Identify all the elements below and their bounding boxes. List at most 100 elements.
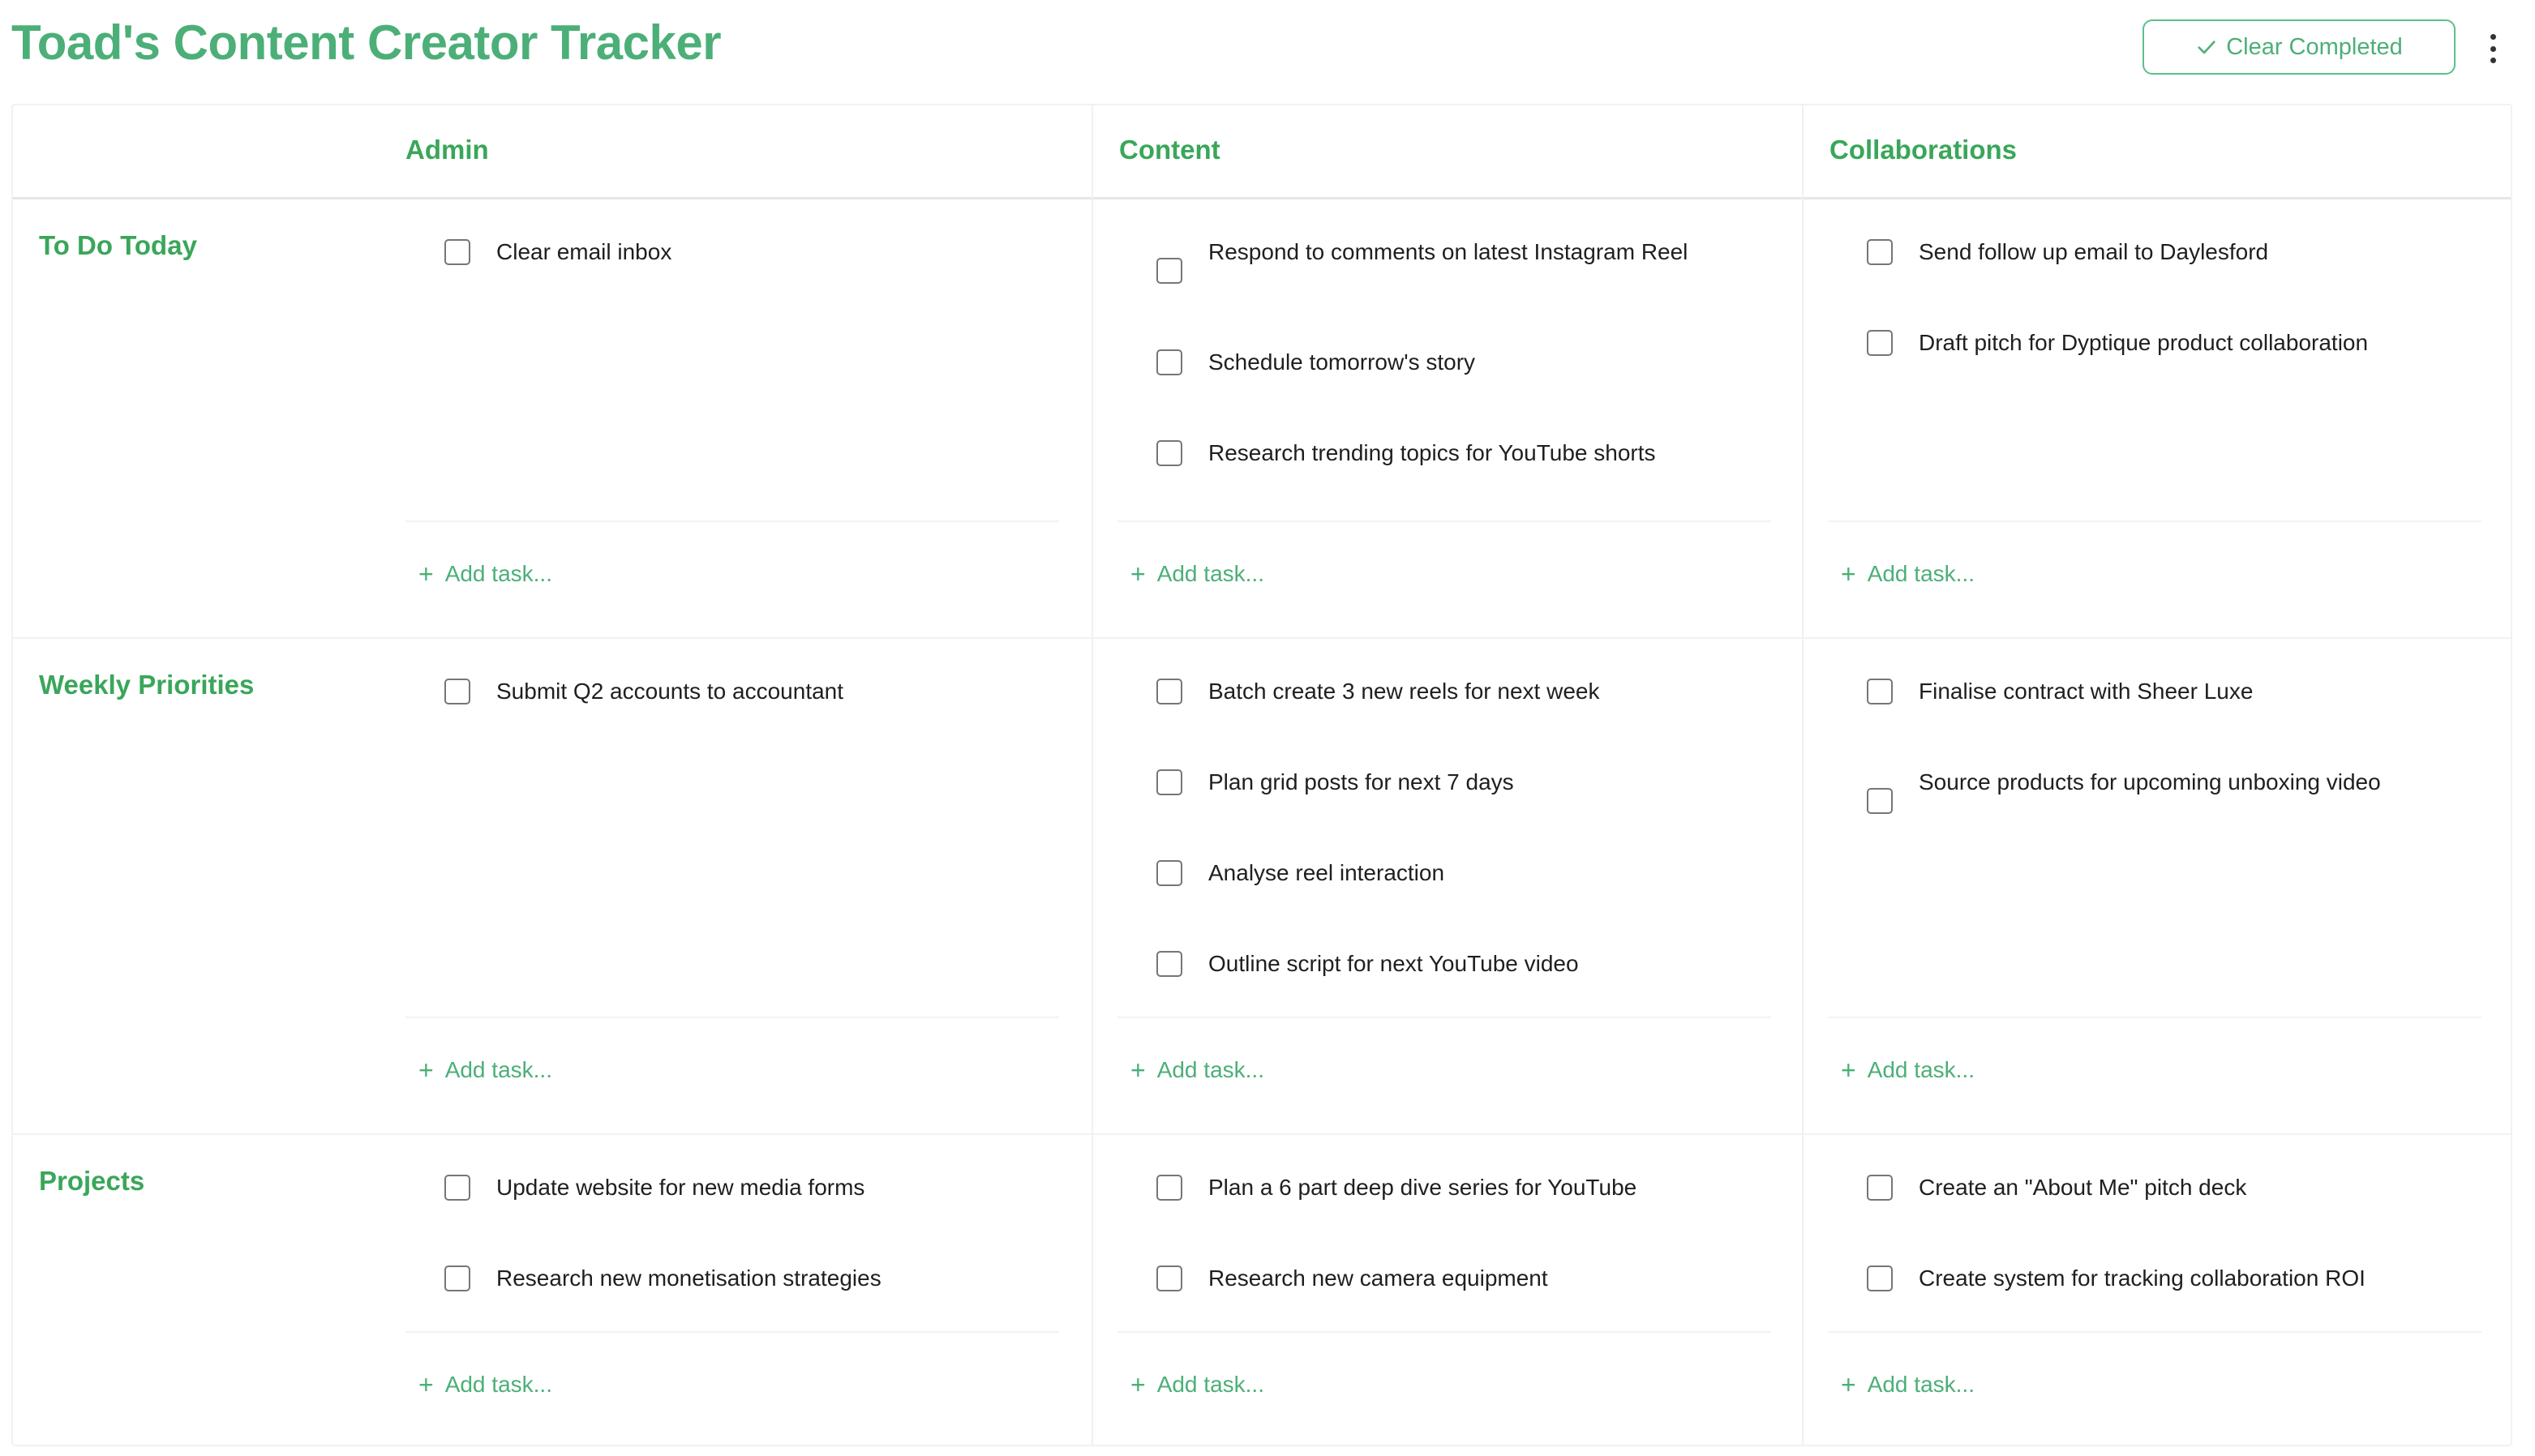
task-label: Research trending topics for YouTube sho…	[1208, 440, 1656, 465]
column-header-content: Content	[1119, 135, 1220, 165]
task-board: Admin Content Collaborations To Do Today…	[11, 104, 2512, 1446]
task-item[interactable]: Outline script for next YouTube video	[1117, 945, 1787, 983]
task-list-divider	[405, 1017, 1059, 1018]
task-label: Plan a 6 part deep dive series for YouTu…	[1208, 1175, 1637, 1200]
plus-icon: +	[1841, 1056, 1856, 1085]
task-label: Send follow up email to Daylesford	[1919, 239, 2269, 264]
task-label: Draft pitch for Dyptique product collabo…	[1919, 330, 2369, 355]
task-checkbox[interactable]	[1156, 1265, 1182, 1291]
task-checkbox[interactable]	[444, 1265, 470, 1291]
plus-icon: +	[418, 1056, 434, 1085]
task-item[interactable]: Create system for tracking collaboration…	[1828, 1260, 2498, 1297]
page-title: Toad's Content Creator Tracker	[11, 15, 722, 70]
task-list-divider	[405, 1331, 1059, 1333]
task-checkbox[interactable]	[1156, 440, 1182, 466]
task-checkbox[interactable]	[444, 1175, 470, 1201]
add-task-button[interactable]: + Add task...	[418, 1057, 552, 1083]
task-list-divider	[1828, 1331, 2481, 1333]
task-item[interactable]: Batch create 3 new reels for next week	[1117, 673, 1787, 710]
task-checkbox[interactable]	[1867, 1175, 1893, 1201]
task-item[interactable]: Finalise contract with Sheer Luxe	[1828, 673, 2498, 710]
task-checkbox[interactable]	[1867, 788, 1893, 814]
add-task-button[interactable]: + Add task...	[1130, 1372, 1264, 1398]
add-task-button[interactable]: + Add task...	[1130, 561, 1264, 587]
add-task-label: Add task...	[1867, 1057, 1975, 1082]
plus-icon: +	[1130, 1370, 1146, 1399]
task-checkbox[interactable]	[1867, 239, 1893, 265]
plus-icon: +	[418, 1370, 434, 1399]
task-checkbox[interactable]	[1156, 679, 1182, 704]
task-label: Respond to comments on latest Instagram …	[1208, 239, 1688, 264]
plus-icon: +	[1841, 559, 1856, 589]
task-checkbox[interactable]	[1156, 258, 1182, 284]
column-divider	[1802, 105, 1804, 1445]
task-list-divider	[1117, 1331, 1771, 1333]
add-task-button[interactable]: + Add task...	[1841, 561, 1975, 587]
task-label: Plan grid posts for next 7 days	[1208, 769, 1514, 794]
row-label-to-do-today: To Do Today	[39, 230, 197, 260]
task-label: Outline script for next YouTube video	[1208, 951, 1579, 976]
task-checkbox[interactable]	[1867, 1265, 1893, 1291]
task-checkbox[interactable]	[444, 679, 470, 704]
task-item[interactable]: Source products for upcoming unboxing vi…	[1828, 764, 2498, 838]
task-list-divider	[1828, 520, 2481, 522]
add-task-button[interactable]: + Add task...	[1130, 1057, 1264, 1083]
task-item[interactable]: Draft pitch for Dyptique product collabo…	[1828, 324, 2498, 362]
column-header-admin: Admin	[405, 135, 489, 165]
app-page: Toad's Content Creator Tracker Clear Com…	[0, 0, 2535, 1456]
task-label: Finalise contract with Sheer Luxe	[1919, 679, 2254, 704]
task-label: Submit Q2 accounts to accountant	[496, 679, 844, 704]
add-task-button[interactable]: + Add task...	[1841, 1372, 1975, 1398]
task-item[interactable]: Send follow up email to Daylesford	[1828, 233, 2498, 271]
row-divider	[13, 637, 2511, 639]
task-label: Analyse reel interaction	[1208, 860, 1445, 885]
task-item[interactable]: Research trending topics for YouTube sho…	[1117, 435, 1787, 472]
plus-icon: +	[418, 559, 434, 589]
task-checkbox[interactable]	[1867, 679, 1893, 704]
task-checkbox[interactable]	[1156, 951, 1182, 977]
plus-icon: +	[1841, 1370, 1856, 1399]
plus-icon: +	[1130, 1056, 1146, 1085]
add-task-button[interactable]: + Add task...	[1841, 1057, 1975, 1083]
task-label: Schedule tomorrow's story	[1208, 349, 1476, 375]
row-label-projects: Projects	[39, 1166, 145, 1196]
task-label: Research new camera equipment	[1208, 1265, 1548, 1291]
add-task-label: Add task...	[444, 561, 552, 586]
add-task-button[interactable]: + Add task...	[418, 1372, 552, 1398]
task-label: Research new monetisation strategies	[496, 1265, 881, 1291]
add-task-label: Add task...	[1156, 561, 1264, 586]
task-item[interactable]: Schedule tomorrow's story	[1117, 344, 1787, 381]
task-label: Update website for new media forms	[496, 1175, 865, 1200]
task-label: Source products for upcoming unboxing vi…	[1919, 769, 2381, 794]
add-task-button[interactable]: + Add task...	[418, 561, 552, 587]
add-task-label: Add task...	[444, 1057, 552, 1082]
task-checkbox[interactable]	[1156, 769, 1182, 795]
task-item[interactable]: Clear email inbox	[405, 233, 1075, 271]
task-item[interactable]: Research new monetisation strategies	[405, 1260, 1075, 1297]
column-header-row: Admin Content Collaborations	[13, 105, 2511, 199]
checkmark-icon	[2198, 41, 2215, 54]
task-checkbox[interactable]	[1156, 860, 1182, 886]
task-item[interactable]: Create an "About Me" pitch deck	[1828, 1169, 2498, 1206]
task-label: Create an "About Me" pitch deck	[1919, 1175, 2247, 1200]
task-checkbox[interactable]	[444, 239, 470, 265]
task-item[interactable]: Submit Q2 accounts to accountant	[405, 673, 1075, 710]
more-options-icon[interactable]	[2481, 31, 2504, 66]
task-label: Create system for tracking collaboration…	[1919, 1265, 2366, 1291]
task-checkbox[interactable]	[1156, 349, 1182, 375]
task-item[interactable]: Plan grid posts for next 7 days	[1117, 764, 1787, 801]
task-label: Clear email inbox	[496, 239, 672, 264]
add-task-label: Add task...	[1867, 561, 1975, 586]
plus-icon: +	[1130, 559, 1146, 589]
task-item[interactable]: Respond to comments on latest Instagram …	[1117, 233, 1787, 308]
task-checkbox[interactable]	[1156, 1175, 1182, 1201]
task-list-divider	[1828, 1017, 2481, 1018]
task-item[interactable]: Plan a 6 part deep dive series for YouTu…	[1117, 1169, 1787, 1206]
task-checkbox[interactable]	[1867, 330, 1893, 356]
task-item[interactable]: Update website for new media forms	[405, 1169, 1075, 1206]
task-item[interactable]: Research new camera equipment	[1117, 1260, 1787, 1297]
clear-completed-button[interactable]: Clear Completed	[2143, 19, 2456, 75]
add-task-label: Add task...	[444, 1372, 552, 1397]
row-label-weekly-priorities: Weekly Priorities	[39, 670, 255, 700]
task-item[interactable]: Analyse reel interaction	[1117, 854, 1787, 892]
